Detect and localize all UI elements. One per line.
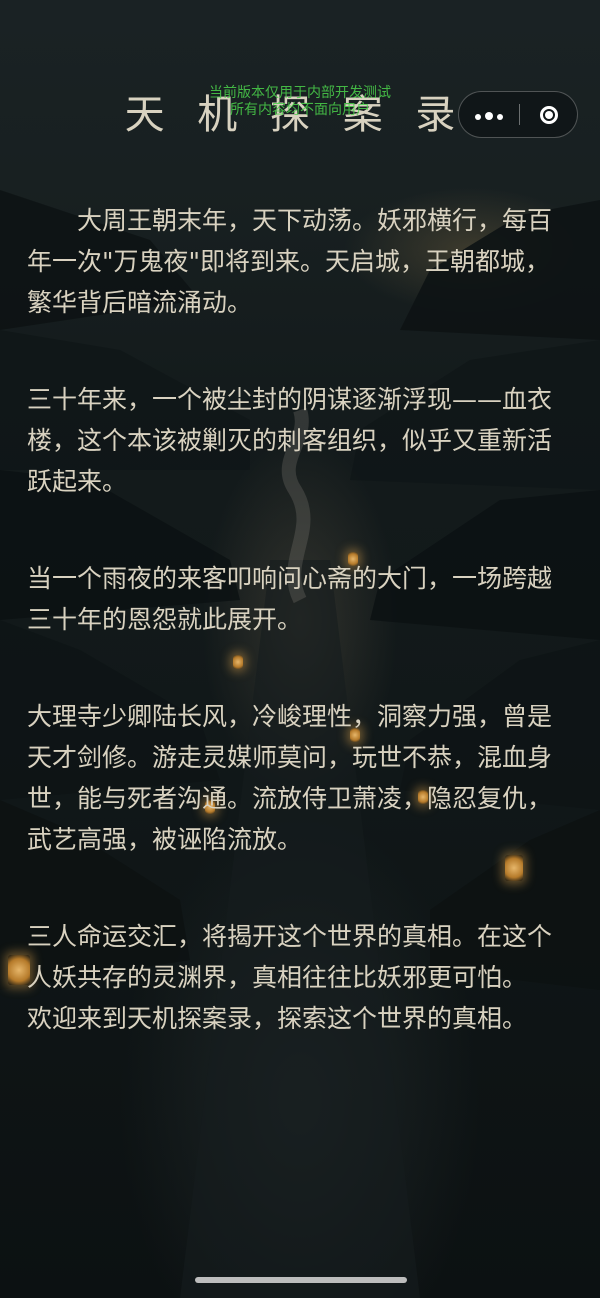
target-close-icon xyxy=(540,105,558,124)
story-intro: 大周王朝末年，天下动荡。妖邪横行，每百年一次"万鬼夜"即将到来。天启城，王朝都城… xyxy=(27,200,567,1039)
miniprogram-capsule xyxy=(458,91,578,138)
more-button[interactable] xyxy=(459,92,519,137)
more-dots-icon xyxy=(473,105,505,124)
story-paragraph: 大周王朝末年，天下动荡。妖邪横行，每百年一次"万鬼夜"即将到来。天启城，王朝都城… xyxy=(27,206,553,317)
story-paragraph: 当一个雨夜的来客叩响问心斋的大门，一场跨越三十年的恩怨就此展开。 xyxy=(27,564,553,634)
story-paragraph: 三人命运交汇，将揭开这个世界的真相。在这个人妖共存的灵渊界，真相往往比妖邪更可怕… xyxy=(27,922,553,992)
story-paragraph: 欢迎来到天机探案录，探索这个世界的真相。 xyxy=(27,1004,528,1033)
home-indicator[interactable] xyxy=(195,1277,407,1283)
story-paragraph: 大理寺少卿陆长风，冷峻理性，洞察力强，曾是天才剑修。游走灵媒师莫问，玩世不恭，混… xyxy=(27,702,553,854)
story-paragraph: 三十年来，一个被尘封的阴谋逐渐浮现——血衣楼，这个本该被剿灭的刺客组织，似乎又重… xyxy=(27,385,553,496)
close-button[interactable] xyxy=(520,92,578,137)
